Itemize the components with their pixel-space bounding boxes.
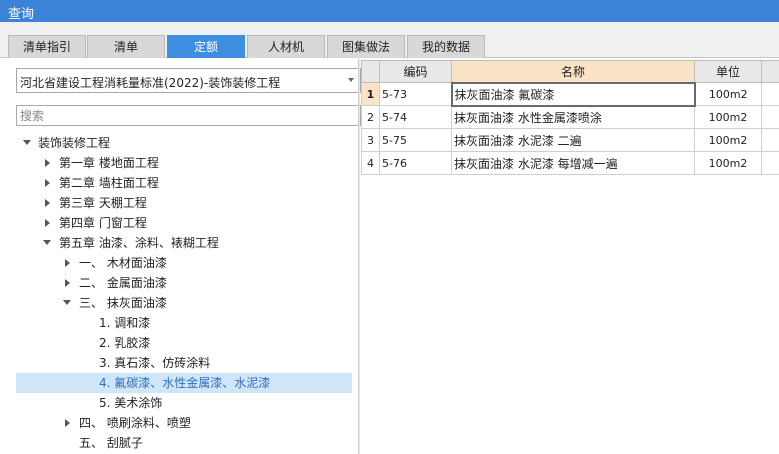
tree-collapsed-icon[interactable] [42,193,52,213]
extra-cell [761,105,779,129]
code-cell[interactable]: 5-73 [379,82,452,106]
tree-collapsed-icon[interactable] [62,273,72,293]
tree-node-section-5[interactable]: 五、 刮腻子 [16,433,352,453]
tree-node-item-3[interactable]: 3. 真石漆、仿砖涂料 [16,353,352,373]
tree-node-section-2[interactable]: 二、 金属面油漆 [16,273,352,293]
tree-node-chapter-4[interactable]: 第四章 门窗工程 [16,213,352,233]
tree-collapsed-icon[interactable] [62,413,72,433]
unit-column-header[interactable]: 单位 [694,60,762,83]
tree-node-chapter-2[interactable]: 第二章 墙柱面工程 [16,173,352,193]
tree-node-section-1[interactable]: 一、 木材面油漆 [16,253,352,273]
table-row[interactable]: 2 5-74 抹灰面油漆 水性金属漆喷涂 100m2 [361,105,779,129]
tab-atlas-methods[interactable]: 图集做法 [327,35,405,58]
tab-labor-material-machine[interactable]: 人材机 [247,35,325,58]
tab-list-guide[interactable]: 清单指引 [8,35,86,58]
tree-expanded-icon[interactable] [22,133,32,153]
unit-cell[interactable]: 100m2 [694,151,762,175]
quota-grid: 编码 名称 单位 1 5-73 抹灰面油漆 氟碳漆 100m2 2 5-74 抹… [361,60,779,175]
row-number: 1 [361,82,380,106]
window-title: 查询 [8,7,35,22]
code-column-header[interactable]: 编码 [379,60,452,83]
unit-cell[interactable]: 100m2 [694,128,762,152]
title-bar: 查询 [0,0,779,22]
standard-select[interactable]: 河北省建设工程消耗量标准(2022)-装饰装修工程 [16,68,361,93]
row-number-header [361,60,380,83]
name-cell[interactable]: 抹灰面油漆 水性金属漆喷涂 [451,105,695,129]
tree-expanded-icon[interactable] [62,293,72,313]
tab-strip: 清单指引 清单 定额 人材机 图集做法 我的数据 [0,22,779,58]
row-number: 4 [361,151,380,175]
tree-node-item-4-selected[interactable]: 4. 氟碳漆、水性金属漆、水泥漆 [16,373,352,393]
row-number: 2 [361,105,380,129]
chevron-down-icon[interactable] [348,78,354,82]
table-row[interactable]: 1 5-73 抹灰面油漆 氟碳漆 100m2 [361,81,779,107]
tree-node-chapter-3[interactable]: 第三章 天棚工程 [16,193,352,213]
name-cell[interactable]: 抹灰面油漆 氟碳漆 [450,81,696,107]
code-cell[interactable]: 5-74 [379,105,452,129]
extra-cell [761,128,779,152]
table-row[interactable]: 3 5-75 抹灰面油漆 水泥漆 二遍 100m2 [361,128,779,152]
tree-node-chapter-5[interactable]: 第五章 油漆、涂料、裱糊工程 [16,233,352,253]
tree-node-item-5[interactable]: 5. 美术涂饰 [16,393,352,413]
panel-splitter[interactable] [358,59,360,454]
tree-node-chapter-1[interactable]: 第一章 楼地面工程 [16,153,352,173]
search-input[interactable] [16,105,361,126]
extra-cell [761,82,779,106]
unit-cell[interactable]: 100m2 [694,105,762,129]
name-cell[interactable]: 抹灰面油漆 水泥漆 每增减一遍 [451,151,695,175]
name-cell[interactable]: 抹灰面油漆 水泥漆 二遍 [451,128,695,152]
tab-bill-list[interactable]: 清单 [87,35,165,58]
tree-collapsed-icon[interactable] [42,173,52,193]
name-column-header[interactable]: 名称 [451,60,695,83]
left-panel: 河北省建设工程消耗量标准(2022)-装饰装修工程 装饰装修工程 第一章 楼地面… [8,59,361,454]
table-row[interactable]: 4 5-76 抹灰面油漆 水泥漆 每增减一遍 100m2 [361,151,779,175]
tree-collapsed-icon[interactable] [62,253,72,273]
code-cell[interactable]: 5-75 [379,128,452,152]
tree-node-decoration-works[interactable]: 装饰装修工程 [16,133,352,153]
tree-node-section-4[interactable]: 四、 喷刷涂料、喷塑 [16,413,352,433]
tree-node-section-3[interactable]: 三、 抹灰面油漆 [16,293,352,313]
tab-my-data[interactable]: 我的数据 [407,35,485,58]
row-number: 3 [361,128,380,152]
tree-collapsed-icon[interactable] [42,213,52,233]
standard-select-value: 河北省建设工程消耗量标准(2022)-装饰装修工程 [20,76,281,90]
code-cell[interactable]: 5-76 [379,151,452,175]
unit-cell[interactable]: 100m2 [694,82,762,106]
tree-collapsed-icon[interactable] [42,153,52,173]
tree-node-item-2[interactable]: 2. 乳胶漆 [16,333,352,353]
extra-cell [761,151,779,175]
tree-expanded-icon[interactable] [42,233,52,253]
tree-node-item-1[interactable]: 1. 调和漆 [16,313,352,333]
extra-column-header [761,60,779,83]
tab-quota[interactable]: 定额 [167,35,245,58]
